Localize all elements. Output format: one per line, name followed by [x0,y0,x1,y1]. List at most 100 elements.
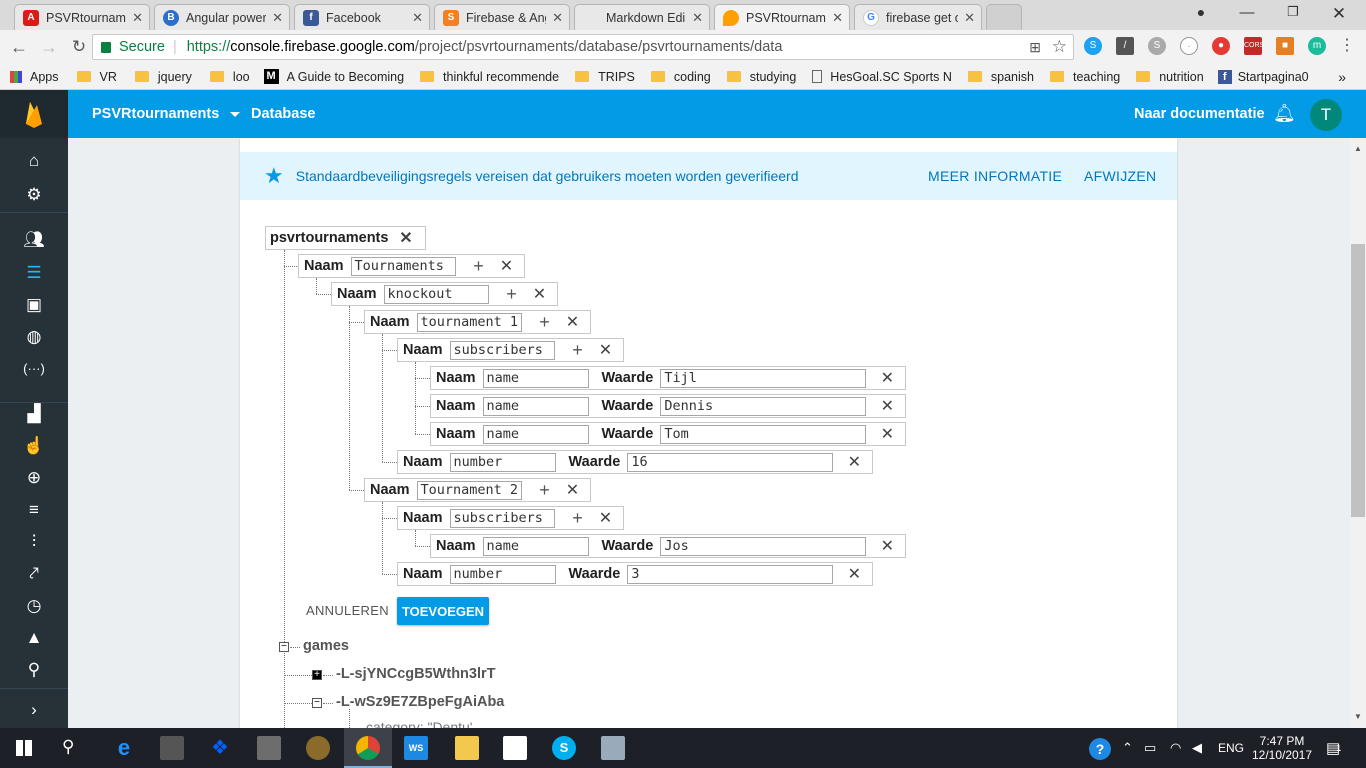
skype-icon[interactable]: S [552,736,576,760]
authentication-people-icon[interactable]: 👥︎ [22,228,46,252]
analytics-bars-icon[interactable]: ▟ [22,402,46,426]
tray-chevron-icon[interactable]: ⌃ [1122,728,1133,768]
bookmark-trips[interactable]: TRIPS [575,70,635,84]
bookmark-startpagina[interactable]: f Startpagina0 [1217,69,1309,84]
remove-node-icon[interactable]: ✕ [876,396,898,416]
collapse-icon[interactable]: − [279,642,289,652]
bookmark-thinkful[interactable]: thinkful recommende [420,70,559,84]
grow-icon[interactable]: ⚲ [22,658,46,682]
battery-icon[interactable]: ▭ [1144,728,1156,768]
name-input[interactable]: number [449,452,556,472]
close-icon[interactable]: ✕ [272,10,283,26]
remove-node-icon[interactable]: ✕ [595,340,617,360]
minimize-icon[interactable]: — [1224,4,1270,21]
project-selector[interactable]: PSVRtournaments [92,106,241,122]
edge-icon[interactable]: e [112,736,136,760]
remove-node-icon[interactable]: ✕ [843,564,865,584]
secure-indicator[interactable]: Secure [101,39,165,55]
add-child-icon[interactable]: + [534,480,556,501]
name-input[interactable]: subscribers [449,340,555,360]
remove-node-icon[interactable]: ✕ [562,480,584,500]
box-ext-icon[interactable]: ■ [1276,37,1294,55]
bookmark-nutrition[interactable]: nutrition [1136,70,1204,84]
name-input[interactable]: name [482,396,589,416]
tab-psvr-firebase[interactable]: PSVRtourname ✕ [714,4,850,30]
avatar[interactable]: T [1310,99,1342,131]
app-icon[interactable] [257,736,281,760]
dynamic-links-icon[interactable]: ⤤ [22,562,46,586]
remove-node-icon[interactable]: ✕ [876,368,898,388]
translate-icon[interactable]: ⊞ [1029,39,1041,56]
add-child-icon[interactable]: + [501,284,523,305]
scroll-thumb[interactable] [1351,244,1365,517]
mail-icon[interactable] [503,736,527,760]
notifications-icon[interactable]: ▤ 1 [1326,728,1341,768]
help-icon[interactable]: ? [1089,738,1111,760]
app-window-icon[interactable] [601,736,625,760]
close-icon[interactable]: ✕ [552,10,563,26]
tree-key-game[interactable]: -L-sjYNCcgB5Wthn3lrT [336,666,496,682]
m-ext-icon[interactable]: m [1308,37,1326,55]
expand-chevron-icon[interactable]: › [22,698,46,722]
close-icon[interactable]: ✕ [692,10,703,26]
value-input[interactable]: 16 [627,452,834,472]
language-indicator[interactable]: ENG [1218,728,1244,768]
tab-google-search[interactable]: G firebase get ol ✕ [854,4,982,30]
value-input[interactable]: 3 [627,564,834,584]
docs-link[interactable]: Naar documentatie [1134,106,1265,122]
add-child-icon[interactable]: + [567,340,589,361]
close-icon[interactable]: ✕ [132,10,143,26]
reload-icon[interactable]: ↻ [64,37,94,57]
page-scrollbar[interactable]: ▲ ▼ [1350,138,1366,728]
remote-config-icon[interactable]: ≡ [22,498,46,522]
remove-node-icon[interactable]: ✕ [843,452,865,472]
bookmark-loo[interactable]: loo [209,70,250,84]
wifi-icon[interactable]: ◠ [1170,728,1181,768]
bookmark-apps[interactable]: Apps [10,70,59,84]
remove-node-icon[interactable]: ✕ [876,424,898,444]
clock[interactable]: 7:47 PM 12/10/2017 [1252,728,1312,768]
close-icon[interactable]: ✕ [964,10,975,26]
name-input[interactable]: subscribers [449,508,555,528]
scroll-up-icon[interactable]: ▲ [1354,144,1362,153]
restore-icon[interactable]: ❐ [1270,4,1316,20]
hosting-globe-icon[interactable]: ◍ [22,325,46,349]
rocket-icon[interactable]: ▲ [22,626,46,650]
name-input[interactable]: Tournaments [350,256,456,276]
remove-node-icon[interactable]: ✕ [595,508,617,528]
tab-psvr-angular[interactable]: A PSVRtourname ✕ [14,4,150,30]
remove-node-icon[interactable]: ✕ [562,312,584,332]
crashlytics-globe-icon[interactable]: ⊕ [22,466,46,490]
name-input[interactable]: name [482,368,589,388]
close-icon[interactable]: ✕ [832,10,843,26]
clock-icon[interactable]: ◷ [22,594,46,618]
search-icon[interactable]: ⚲ [62,737,74,757]
bookmark-hesgoal[interactable]: HesGoal.SC Sports N [812,70,952,84]
storage-image-icon[interactable]: ▣ [22,293,46,317]
window-close-icon[interactable]: ✕ [1316,4,1362,24]
webstorm-icon[interactable]: WS [404,736,428,760]
dropbox-icon[interactable]: ❖ [208,736,232,760]
tree-key-games[interactable]: games [303,638,349,654]
address-bar[interactable]: Secure | https://console.firebase.google… [92,34,1074,60]
ext-circle-icon[interactable]: · [1180,37,1198,55]
bookmark-coding[interactable]: coding [650,70,711,84]
close-icon[interactable]: ✕ [412,10,423,26]
remove-node-icon[interactable]: ✕ [876,536,898,556]
add-child-icon[interactable]: + [468,256,490,277]
more-info-button[interactable]: MEER INFORMATIE [928,168,1062,184]
record-ext-icon[interactable]: ● [1212,37,1230,55]
skype-ext-icon[interactable]: S [1084,37,1102,55]
back-icon[interactable]: ← [4,37,34,58]
functions-icon[interactable]: (···) [22,357,46,381]
name-input[interactable]: knockout [383,284,489,304]
clock-app-icon[interactable] [306,736,330,760]
cancel-button[interactable]: ANNULEREN [306,603,389,618]
menu-icon[interactable]: ⋮ [1338,37,1356,55]
value-input[interactable]: Jos [660,536,867,556]
bookmark-studying[interactable]: studying [726,70,796,84]
bookmark-vr[interactable]: VR [76,70,117,84]
database-icon[interactable]: ☰ [22,261,46,285]
tab-markdown-editor[interactable]: Markdown Edi ✕ [574,4,710,30]
bookmark-teaching[interactable]: teaching [1049,70,1120,84]
